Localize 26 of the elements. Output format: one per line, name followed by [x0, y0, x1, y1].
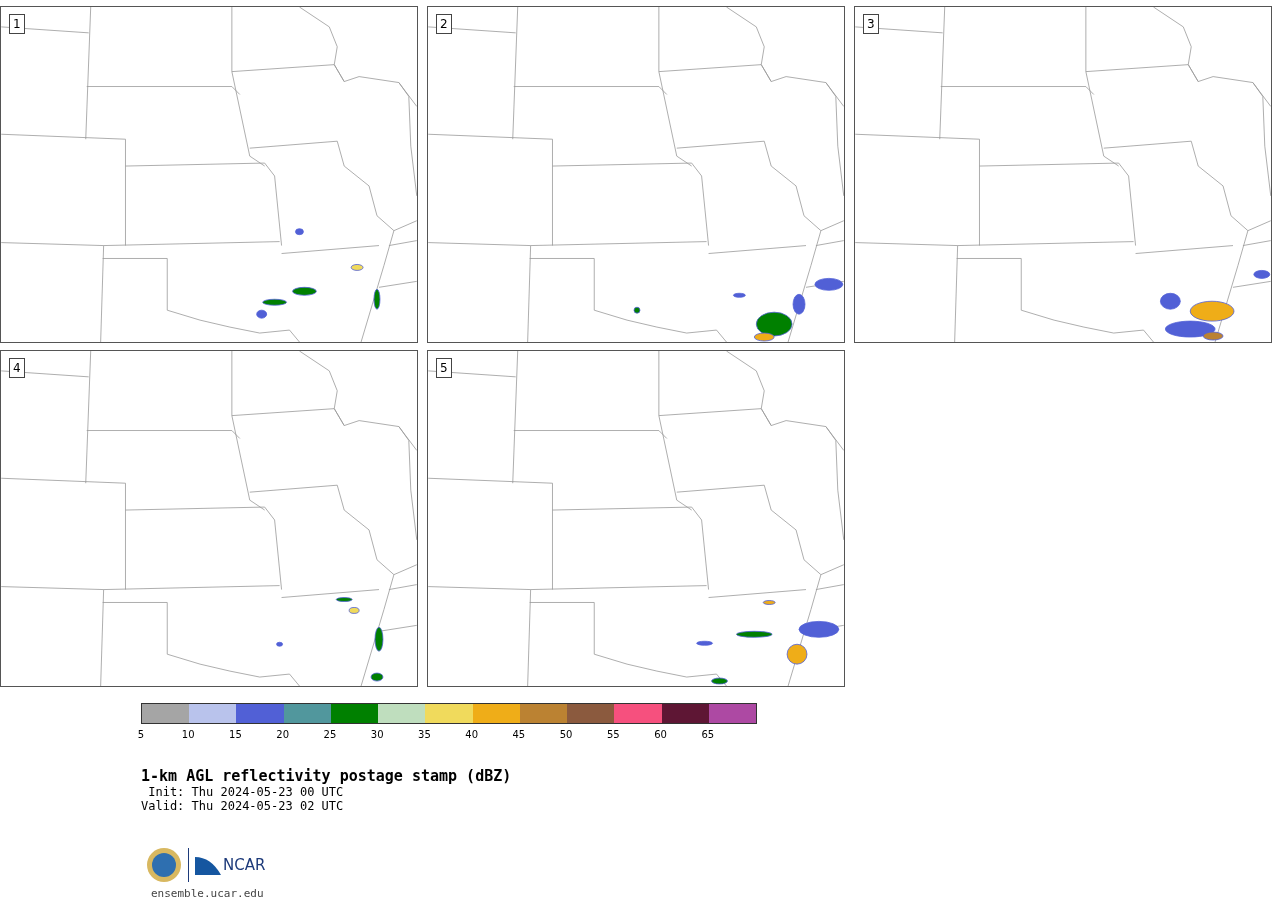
- logo-text: NCAR: [223, 856, 266, 874]
- tick-label: 35: [417, 729, 432, 740]
- tick-label: 20: [275, 729, 291, 740]
- chart-title: 1-km AGL reflectivity postage stamp (dBZ): [141, 768, 513, 785]
- panel-number: 1: [9, 14, 25, 34]
- tick-label: 60: [653, 729, 668, 740]
- panel-number: 4: [9, 358, 25, 378]
- tick-label: 65: [700, 729, 716, 740]
- valid-time: Valid: Thu 2024-05-23 02 UTC: [141, 799, 345, 813]
- tick-label: 50: [558, 729, 574, 740]
- tick-label: 30: [369, 729, 385, 740]
- panel-number: 5: [436, 358, 452, 378]
- tick-label: 40: [464, 729, 479, 740]
- website-link[interactable]: ensemble.ucar.edu: [141, 887, 1280, 900]
- logo-divider: [188, 848, 189, 882]
- tick-label: 5: [136, 729, 146, 740]
- tick-label: 15: [228, 729, 243, 740]
- ncar-logo-icon: [195, 855, 221, 875]
- tick-label: 10: [180, 729, 196, 740]
- tick-label: 55: [605, 729, 621, 740]
- tick-label: 25: [322, 729, 338, 740]
- panel-number: 2: [436, 14, 452, 34]
- init-time: Init: Thu 2024-05-23 00 UTC: [147, 785, 345, 799]
- seal-logo-icon: [146, 847, 182, 883]
- tick-label: 45: [511, 729, 527, 740]
- panel-number: 3: [863, 14, 879, 34]
